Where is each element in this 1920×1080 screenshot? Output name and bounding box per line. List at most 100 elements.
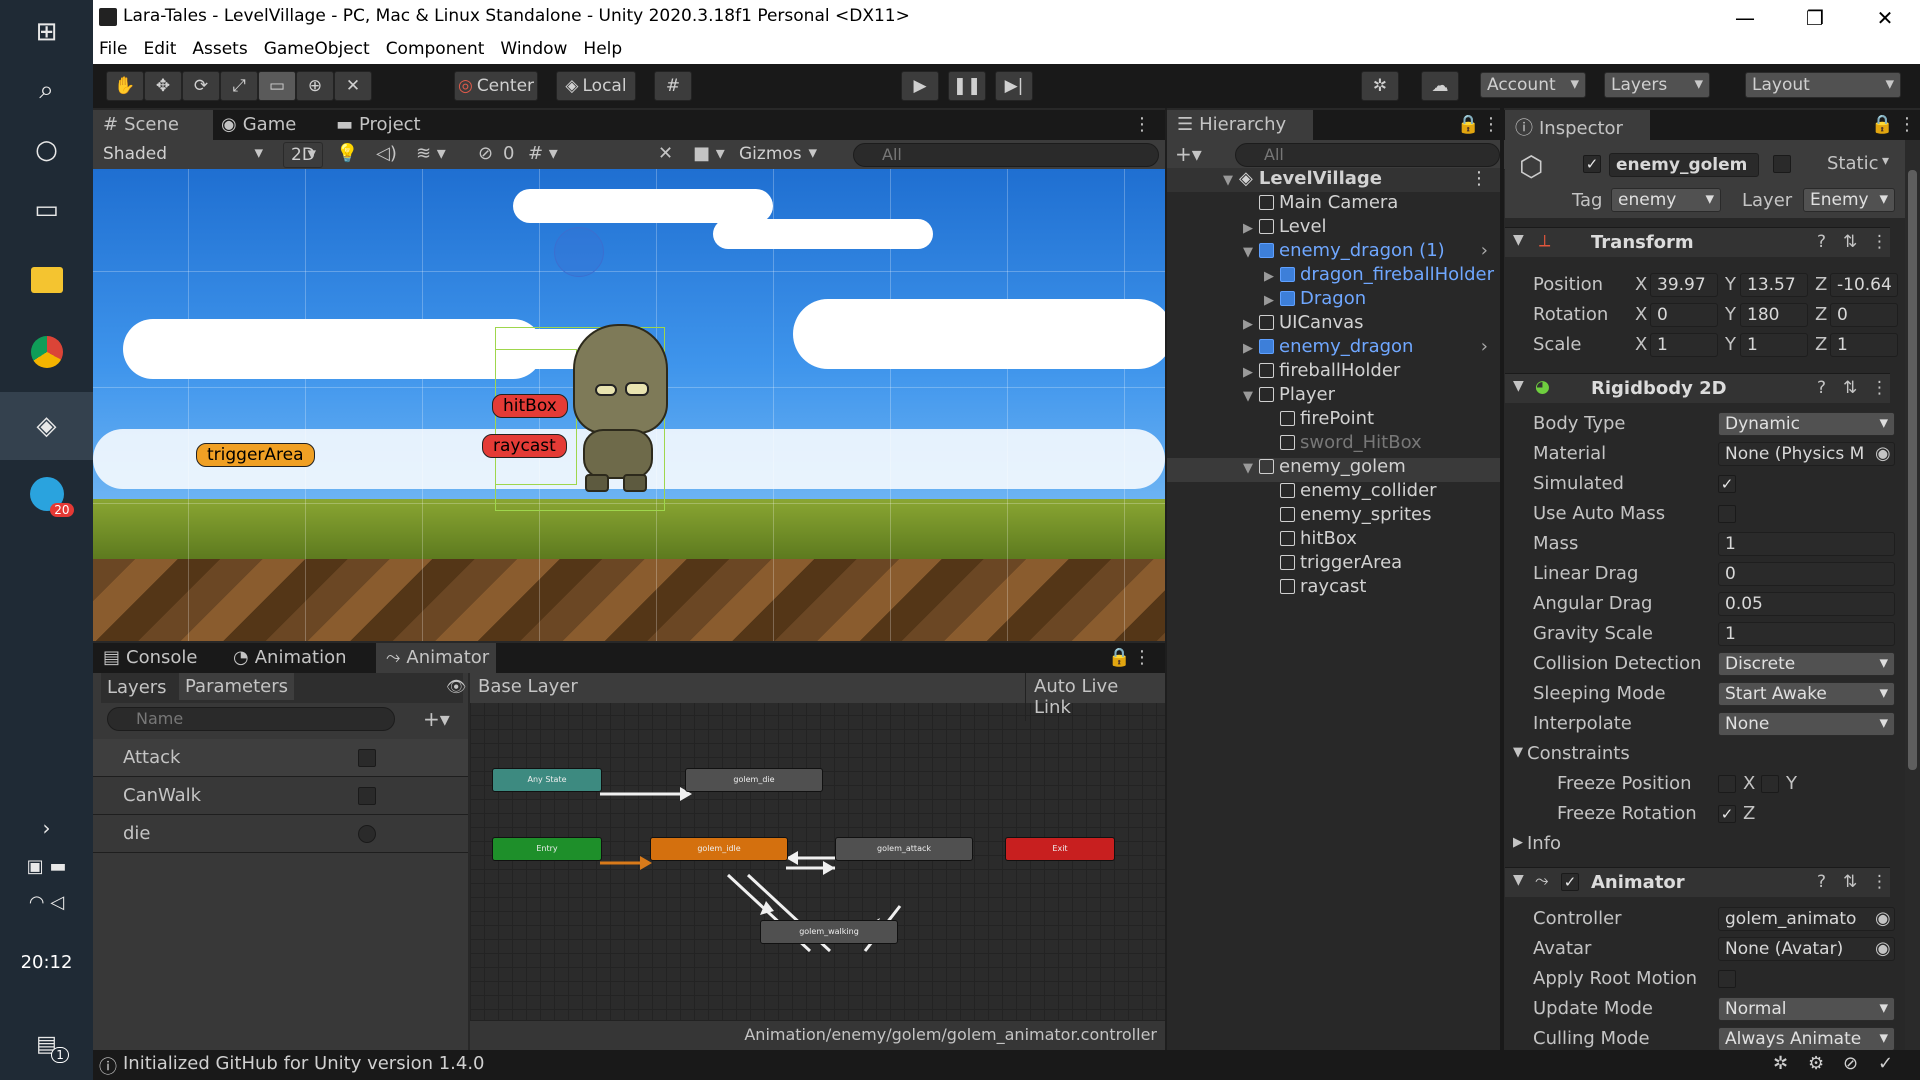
- expand-icon[interactable]: ▶: [1243, 221, 1259, 236]
- hierarchy-search-input[interactable]: All: [1235, 143, 1500, 167]
- hierarchy-item[interactable]: firePoint: [1167, 408, 1500, 432]
- gizmos-dropdown[interactable]: Gizmos: [733, 142, 823, 168]
- menu-assets[interactable]: Assets: [184, 36, 255, 59]
- scene-row[interactable]: ▼ ◈ LevelVillage ⋮: [1167, 168, 1500, 192]
- use-auto-mass-checkbox[interactable]: [1718, 505, 1736, 523]
- rotation-x-input[interactable]: 0: [1650, 303, 1718, 327]
- hierarchy-item[interactable]: ▶ dragon_fireballHolder: [1167, 264, 1500, 288]
- culling-mode-dropdown[interactable]: Always Animate: [1718, 1027, 1895, 1050]
- hierarchy-item[interactable]: ▶ UICanvas: [1167, 312, 1500, 336]
- position-z-input[interactable]: -10.64: [1830, 273, 1898, 297]
- apply-root-motion-checkbox[interactable]: [1718, 970, 1736, 988]
- expand-icon[interactable]: ▼: [1223, 173, 1239, 188]
- body-type-dropdown[interactable]: Dynamic: [1718, 412, 1895, 436]
- object-name-input[interactable]: enemy_golem: [1609, 153, 1759, 177]
- expand-icon[interactable]: ▶: [1513, 835, 1523, 850]
- hierarchy-item[interactable]: enemy_collider: [1167, 480, 1500, 504]
- layout-dropdown[interactable]: Layout: [1745, 72, 1901, 98]
- inspector-scrollbar[interactable]: [1905, 140, 1920, 1050]
- hierarchy-item[interactable]: ▶ fireballHolder: [1167, 360, 1500, 384]
- parameter-trigger-radio[interactable]: [358, 825, 376, 843]
- rotation-y-input[interactable]: 180: [1740, 303, 1808, 327]
- parameter-row[interactable]: Attack: [93, 739, 468, 777]
- auto-generate-icon[interactable]: ⊘: [1843, 1053, 1858, 1074]
- cortana-icon[interactable]: ○: [0, 118, 93, 182]
- freeze-position-x-checkbox[interactable]: [1718, 775, 1736, 793]
- state-node-attack[interactable]: golem_attack: [835, 837, 973, 861]
- move-tool-icon[interactable]: ✥: [144, 71, 182, 101]
- mass-input[interactable]: 1: [1718, 532, 1895, 556]
- material-field[interactable]: None (Physics M: [1718, 442, 1895, 466]
- component-menu-icon[interactable]: ⋮: [1871, 872, 1888, 892]
- freeze-rotation-z-checkbox[interactable]: ✓: [1718, 805, 1736, 823]
- grid-snap-icon[interactable]: #: [654, 71, 692, 101]
- hierarchy-item[interactable]: ▼ enemy_golem: [1167, 456, 1500, 480]
- close-icon[interactable]: ✕: [1850, 0, 1920, 36]
- status-message[interactable]: Initialized GitHub for Unity version 1.4…: [123, 1053, 485, 1074]
- any-state-node[interactable]: Any State: [492, 768, 602, 792]
- help-icon[interactable]: ?: [1817, 232, 1826, 252]
- exit-node[interactable]: Exit: [1005, 837, 1115, 861]
- rotation-z-input[interactable]: 0: [1830, 303, 1898, 327]
- controller-field[interactable]: golem_animato: [1718, 907, 1895, 931]
- rect-tool-icon[interactable]: ▭: [258, 71, 296, 101]
- pause-icon[interactable]: ❚❚: [948, 71, 986, 101]
- collapse-icon[interactable]: ▼: [1513, 378, 1524, 394]
- pivot-local-button[interactable]: ◈ Local: [556, 71, 636, 101]
- interpolate-dropdown[interactable]: None: [1718, 712, 1895, 736]
- search-icon[interactable]: ⌕: [0, 58, 93, 122]
- tab-hierarchy[interactable]: ☰ Hierarchy: [1167, 110, 1313, 140]
- custom-tool-icon[interactable]: ✕: [334, 71, 372, 101]
- clock[interactable]: 20:12: [0, 952, 93, 973]
- object-picker-icon[interactable]: ◉: [1875, 938, 1891, 959]
- grid-icon[interactable]: # ▾: [528, 143, 558, 164]
- file-explorer-icon[interactable]: [0, 248, 93, 312]
- sleeping-mode-dropdown[interactable]: Start Awake: [1718, 682, 1895, 706]
- create-icon[interactable]: +▾: [1175, 142, 1202, 166]
- scrollbar-thumb[interactable]: [1908, 170, 1917, 770]
- menu-help[interactable]: Help: [575, 36, 630, 59]
- collapse-icon[interactable]: ▼: [1513, 872, 1524, 888]
- prefab-open-chevron-icon[interactable]: ›: [1481, 240, 1488, 261]
- hierarchy-item[interactable]: hitBox: [1167, 528, 1500, 552]
- state-node-die[interactable]: golem_die: [685, 768, 823, 792]
- hierarchy-item[interactable]: Main Camera: [1167, 192, 1500, 216]
- raycast-label[interactable]: raycast: [482, 434, 567, 458]
- hand-tool-icon[interactable]: ✋: [106, 71, 144, 101]
- hitbox-label[interactable]: hitBox: [492, 394, 568, 418]
- bug-icon[interactable]: ✲: [1773, 1053, 1788, 1074]
- collision-detection-dropdown[interactable]: Discrete: [1718, 652, 1895, 676]
- windows-start-icon[interactable]: ⊞: [0, 0, 93, 64]
- wifi-volume-icons[interactable]: ◠ ◁: [0, 870, 93, 934]
- hierarchy-item[interactable]: ▼ Player: [1167, 384, 1500, 408]
- restore-icon[interactable]: ❐: [1780, 0, 1850, 36]
- help-icon[interactable]: ?: [1817, 378, 1826, 398]
- expand-icon[interactable]: ▶: [1243, 365, 1259, 380]
- active-checkbox[interactable]: ✓: [1583, 155, 1601, 173]
- tab-console[interactable]: ▤ Console: [93, 643, 223, 673]
- kebab-menu-icon[interactable]: ⋮: [1123, 643, 1153, 673]
- preset-icon[interactable]: ⇅: [1843, 378, 1857, 398]
- params-search-input[interactable]: Name: [107, 707, 395, 731]
- scale-y-input[interactable]: 1: [1740, 333, 1808, 357]
- trigger-area-label[interactable]: triggerArea: [196, 443, 315, 467]
- panel-divider[interactable]: [1500, 108, 1504, 1050]
- progress-icon[interactable]: ⚙: [1808, 1053, 1824, 1074]
- collapse-icon[interactable]: ▼: [1513, 232, 1524, 248]
- 2d-toggle[interactable]: 2D: [283, 142, 323, 168]
- static-checkbox[interactable]: [1773, 155, 1791, 173]
- menu-gameobject[interactable]: GameObject: [256, 36, 378, 59]
- task-view-icon[interactable]: ▭: [0, 178, 93, 242]
- parameter-bool-checkbox[interactable]: [358, 749, 376, 767]
- parameter-bool-checkbox[interactable]: [358, 787, 376, 805]
- layer-dropdown[interactable]: Enemy: [1803, 188, 1895, 212]
- constraints-row[interactable]: ▼ Constraints: [1505, 740, 1890, 768]
- transform-header[interactable]: ▼ ⟂ Transform ? ⇅ ⋮: [1505, 227, 1890, 257]
- kebab-menu-icon[interactable]: ⋮: [1472, 110, 1502, 140]
- scale-x-input[interactable]: 1: [1650, 333, 1718, 357]
- minimize-icon[interactable]: —: [1710, 0, 1780, 36]
- eye-icon[interactable]: 👁: [446, 677, 466, 696]
- collapse-icon[interactable]: ▼: [1243, 389, 1259, 404]
- hierarchy-item[interactable]: ▶ enemy_dragon ›: [1167, 336, 1500, 360]
- step-icon[interactable]: ▶|: [995, 71, 1033, 101]
